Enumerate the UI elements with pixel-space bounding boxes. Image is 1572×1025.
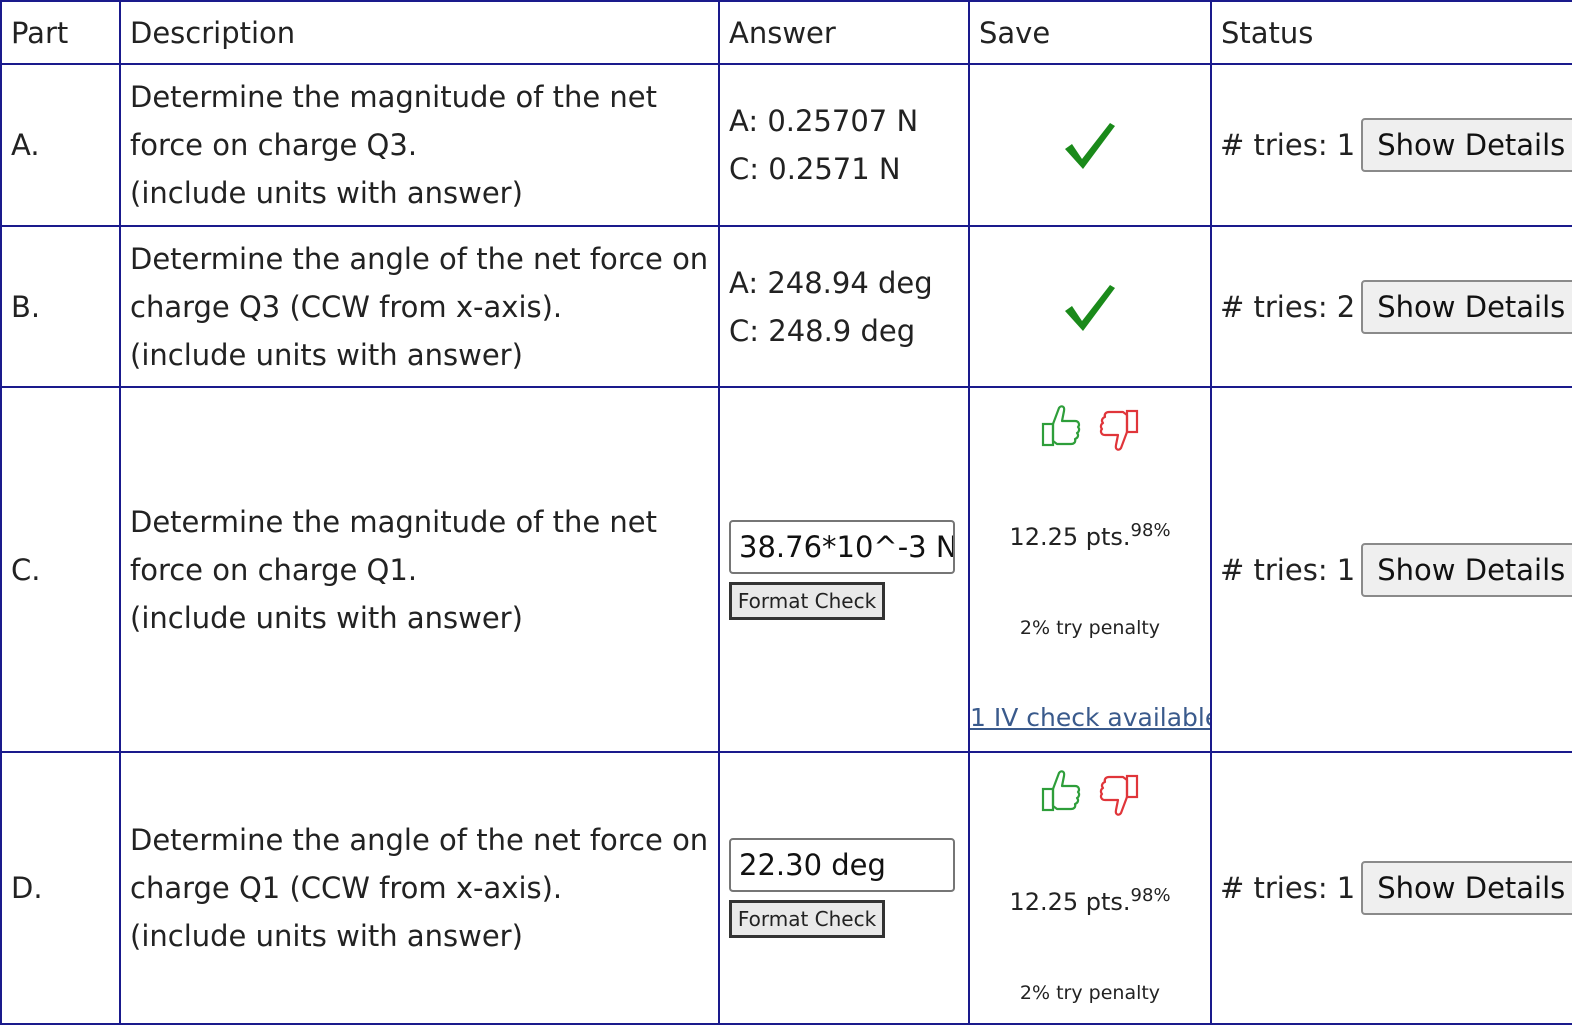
- feedback-icons: [971, 402, 1209, 458]
- part-label: C.: [0, 386, 121, 753]
- correct-answer: C: 0.2571 N: [729, 152, 901, 186]
- points-text: 12.25 pts.: [1009, 888, 1131, 916]
- table-row: A. Determine the magnitude of the net fo…: [0, 63, 1572, 227]
- thumbs-down-icon[interactable]: [1097, 767, 1141, 819]
- try-penalty: 2% try penalty: [1019, 982, 1161, 1004]
- answer-input[interactable]: 38.76*10^-3 N: [729, 519, 955, 574]
- thumbs-down-icon[interactable]: [1097, 402, 1141, 454]
- tries-count: # tries: 1: [1220, 128, 1356, 162]
- description-cell: Determine the magnitude of the net force…: [119, 386, 720, 753]
- homework-table: Part Description Answer Save Status A. D…: [0, 0, 1572, 1025]
- points-value: 12.25 pts.98%: [971, 885, 1209, 916]
- show-details-button[interactable]: Show Details: [1361, 861, 1571, 915]
- feedback-icons: [971, 767, 1209, 823]
- save-cell: [968, 63, 1212, 227]
- answer-cell: A: 248.94 deg C: 248.9 deg: [718, 225, 970, 388]
- header-answer: Answer: [718, 0, 970, 65]
- iv-check-link[interactable]: 1 IV check available: [971, 703, 1209, 732]
- tries-count: # tries: 1: [1220, 871, 1356, 905]
- show-details-button[interactable]: Show Details: [1361, 279, 1571, 334]
- description-line: charge Q3 (CCW from x-axis).: [130, 289, 563, 324]
- points-percent: 98%: [1130, 520, 1171, 541]
- description-line: Determine the magnitude of the net: [130, 80, 658, 114]
- header-status: Status: [1210, 0, 1572, 65]
- points-value: 12.25 pts.98%: [971, 520, 1209, 551]
- format-check-button[interactable]: Format Check: [729, 581, 885, 620]
- description-line: (include units with answer): [130, 919, 523, 953]
- points-percent: 98%: [1130, 885, 1171, 906]
- submitted-answer: A: 0.25707 N: [729, 104, 919, 138]
- format-check-button[interactable]: Format Check: [729, 900, 885, 938]
- header-description: Description: [119, 0, 720, 65]
- status-cell: # tries: 1 Show Details: [1210, 386, 1572, 753]
- status-cell: # tries: 1 Show Details: [1210, 63, 1572, 227]
- status-cell: # tries: 1 Show Details: [1210, 751, 1572, 1025]
- description-line: Determine the angle of the net force on: [130, 823, 709, 857]
- checkmark-icon: [1065, 123, 1115, 169]
- tries-count: # tries: 1: [1220, 552, 1356, 587]
- part-label: A.: [0, 63, 121, 227]
- description-line: force on charge Q1.: [130, 552, 418, 587]
- answer-cell: A: 0.25707 N C: 0.2571 N: [718, 63, 970, 227]
- table-row: C. Determine the magnitude of the net fo…: [0, 386, 1572, 753]
- description-line: Determine the angle of the net force on: [130, 241, 709, 276]
- answer-cell: 22.30 deg Format Check: [718, 751, 970, 1025]
- description-line: (include units with answer): [130, 176, 523, 210]
- description-cell: Determine the angle of the net force on …: [119, 225, 720, 388]
- submitted-answer: A: 248.94 deg: [729, 265, 933, 300]
- part-label: D.: [0, 751, 121, 1025]
- save-cell: 12.25 pts.98% 2% try penalty: [968, 751, 1212, 1025]
- table-row: B. Determine the angle of the net force …: [0, 225, 1572, 388]
- thumbs-up-icon[interactable]: [1039, 767, 1083, 819]
- table-row: D. Determine the angle of the net force …: [0, 751, 1572, 1025]
- description-line: (include units with answer): [130, 337, 523, 372]
- save-cell: 12.25 pts.98% 2% try penalty 1 IV check …: [968, 386, 1212, 753]
- show-details-button[interactable]: Show Details: [1361, 542, 1571, 597]
- thumbs-up-icon[interactable]: [1039, 402, 1083, 454]
- part-label: B.: [0, 225, 121, 388]
- description-cell: Determine the magnitude of the net force…: [119, 63, 720, 227]
- show-details-button[interactable]: Show Details: [1361, 118, 1571, 172]
- answer-input[interactable]: 22.30 deg: [729, 838, 955, 892]
- description-line: Determine the magnitude of the net: [130, 504, 658, 539]
- correct-answer: C: 248.9 deg: [729, 313, 916, 348]
- header-row: Part Description Answer Save Status: [0, 0, 1572, 65]
- header-part: Part: [0, 0, 121, 65]
- description-line: (include units with answer): [130, 600, 523, 635]
- points-text: 12.25 pts.: [1009, 523, 1131, 551]
- save-cell: [968, 225, 1212, 388]
- description-cell: Determine the angle of the net force on …: [119, 751, 720, 1025]
- description-line: force on charge Q3.: [130, 128, 418, 162]
- tries-count: # tries: 2: [1220, 289, 1356, 324]
- description-line: charge Q1 (CCW from x-axis).: [130, 871, 563, 905]
- header-save: Save: [968, 0, 1212, 65]
- status-cell: # tries: 2 Show Details: [1210, 225, 1572, 388]
- answer-cell: 38.76*10^-3 N Format Check: [718, 386, 970, 753]
- checkmark-icon: [1065, 284, 1115, 331]
- try-penalty: 2% try penalty: [1019, 617, 1161, 639]
